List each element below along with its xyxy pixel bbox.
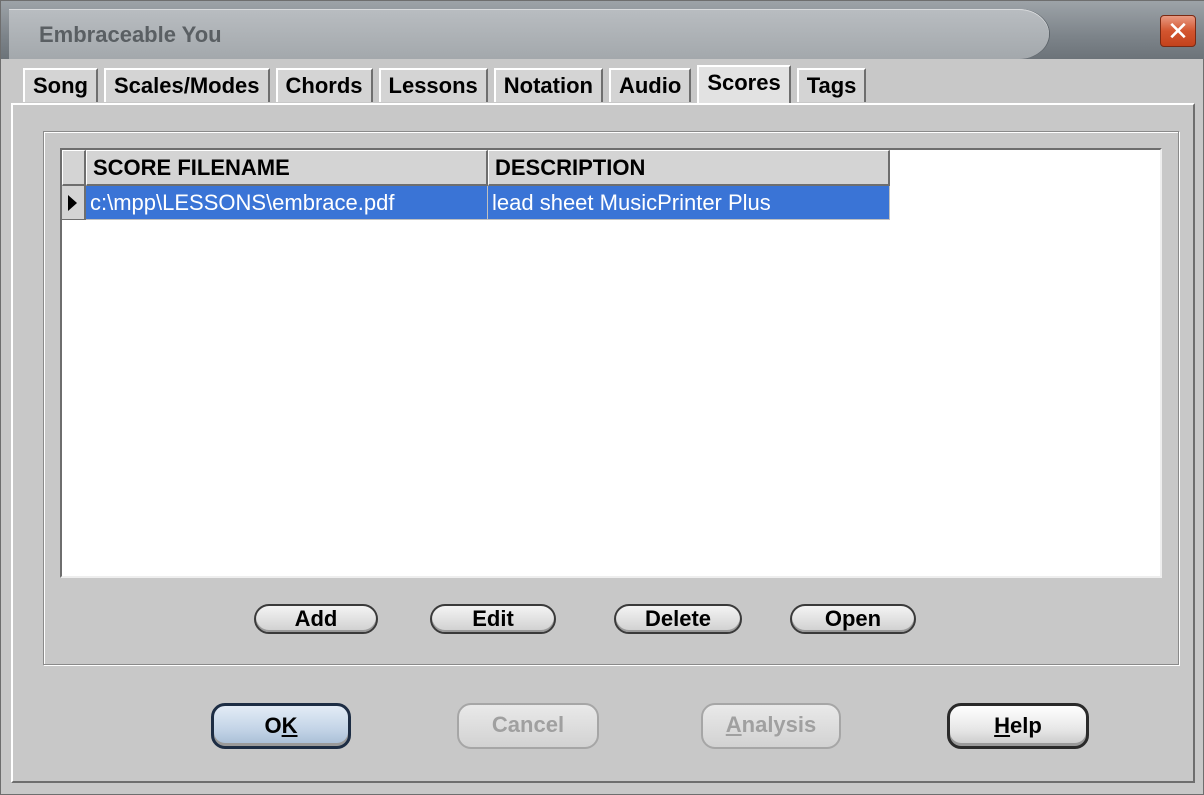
help-button-label: elp — [1010, 713, 1042, 738]
scores-groupbox: SCORE FILENAME DESCRIPTION c:\mpp\LESSON… — [43, 131, 1179, 665]
ok-button[interactable]: OK — [211, 703, 351, 749]
tab-notation[interactable]: Notation — [493, 68, 603, 102]
edit-button[interactable]: Edit — [430, 604, 556, 634]
close-icon: ✕ — [1167, 16, 1189, 46]
analysis-mnemonic: A — [725, 712, 742, 737]
analysis-button: Analysis — [701, 703, 841, 749]
window-title: Embraceable You — [39, 22, 222, 47]
tab-scores[interactable]: Scores — [697, 65, 791, 103]
analysis-button-label: nalysis — [741, 712, 817, 737]
cell-score-filename[interactable]: c:\mpp\LESSONS\embrace.pdf — [86, 186, 488, 220]
ok-button-label: O — [264, 713, 282, 738]
cancel-button: Cancel — [457, 703, 599, 749]
dialog-window: Embraceable You ✕ Song Scales/Modes Chor… — [0, 0, 1204, 795]
scores-grid[interactable]: SCORE FILENAME DESCRIPTION c:\mpp\LESSON… — [60, 148, 1162, 578]
column-header-score-filename[interactable]: SCORE FILENAME — [86, 150, 488, 186]
row-indicator — [62, 186, 86, 220]
tab-tags[interactable]: Tags — [796, 68, 867, 102]
ok-mnemonic: K — [281, 713, 298, 738]
title-bar[interactable]: Embraceable You ✕ — [1, 1, 1204, 59]
tab-lessons[interactable]: Lessons — [378, 68, 488, 102]
tab-audio[interactable]: Audio — [608, 68, 692, 102]
tab-song[interactable]: Song — [23, 68, 98, 102]
close-button[interactable]: ✕ — [1160, 15, 1196, 47]
tab-strip: Song Scales/Modes Chords Lessons Notatio… — [23, 65, 872, 104]
help-button[interactable]: Help — [947, 703, 1089, 749]
open-button[interactable]: Open — [790, 604, 916, 634]
grid-header: SCORE FILENAME DESCRIPTION — [62, 150, 890, 186]
title-pill: Embraceable You — [9, 9, 1049, 59]
column-header-description[interactable]: DESCRIPTION — [488, 150, 890, 186]
table-row[interactable]: c:\mpp\LESSONS\embrace.pdf lead sheet Mu… — [62, 186, 890, 220]
help-mnemonic: H — [994, 713, 1011, 738]
add-button[interactable]: Add — [254, 604, 378, 634]
tab-scales-modes[interactable]: Scales/Modes — [104, 68, 270, 102]
delete-button[interactable]: Delete — [614, 604, 742, 634]
grid-corner — [62, 150, 86, 186]
cell-description[interactable]: lead sheet MusicPrinter Plus — [488, 186, 890, 220]
tab-chords[interactable]: Chords — [275, 68, 373, 102]
scores-tab-panel: SCORE FILENAME DESCRIPTION c:\mpp\LESSON… — [11, 103, 1195, 783]
current-row-arrow-icon — [68, 195, 77, 211]
